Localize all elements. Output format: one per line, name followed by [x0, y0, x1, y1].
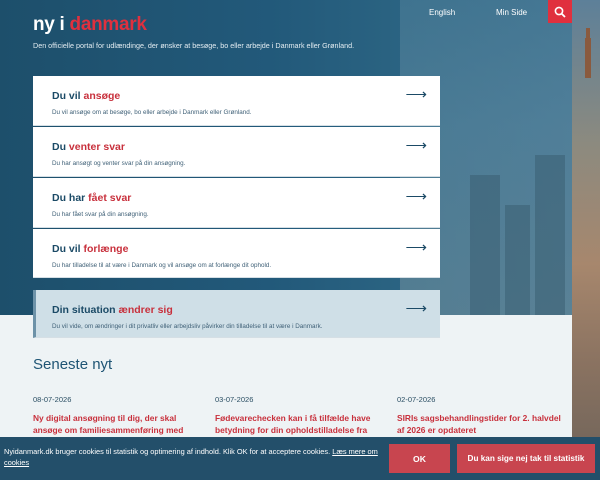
cookie-message: Nyidanmark.dk bruger cookies til statist… [4, 447, 333, 456]
news-title-link[interactable]: Fødevarechecken kan i få tilfælde have b… [215, 412, 375, 436]
search-icon [554, 6, 566, 18]
news-title-link[interactable]: SIRIs sagsbehandlingstider for 2. halvde… [397, 412, 567, 436]
news-date: 03-07-2026 [215, 395, 254, 404]
news-heading: Seneste nyt [33, 356, 113, 373]
cookie-decline-button[interactable]: Du kan sige nej tak til statistik [457, 444, 595, 473]
card-title-pre: Du har [52, 192, 89, 204]
search-button[interactable] [548, 0, 572, 23]
card-description: Du har tilladelse til at være i Danmark … [52, 262, 272, 269]
nav-english-link[interactable]: English [429, 8, 455, 17]
card-description: Du har fået svar på din ansøgning. [52, 211, 149, 218]
cookie-text: Nyidanmark.dk bruger cookies til statist… [4, 446, 379, 468]
card-title: Du vil forlænge [52, 243, 128, 255]
card-ansoege[interactable]: Du vil ansøge Du vil ansøge om at besøge… [33, 76, 440, 126]
nav-min-side-link[interactable]: Min Side [496, 8, 527, 17]
card-title-highlight: venter svar [68, 141, 125, 153]
arrow-right-icon: ⟶ [405, 239, 427, 256]
news-item[interactable]: 03-07-2026 Fødevarechecken kan i få tilf… [215, 395, 375, 436]
hero-building [470, 175, 500, 315]
news-item[interactable]: 08-07-2026 Ny digital ansøgning til dig,… [33, 395, 193, 436]
logo-text-ny: ny i [33, 14, 70, 35]
card-title-highlight: ansøge [83, 90, 121, 102]
card-situation-aendrer-sig[interactable]: Din situation ændrer sig Du vil vide, om… [33, 290, 440, 338]
cookie-ok-button[interactable]: OK [389, 444, 450, 473]
card-title-pre: Du [52, 141, 69, 153]
card-venter-svar[interactable]: Du venter svar Du har ansøgt og venter s… [33, 127, 440, 177]
cookie-banner: Nyidanmark.dk bruger cookies til statist… [0, 437, 600, 480]
site-tagline: Den officielle portal for udlændinge, de… [33, 41, 355, 50]
arrow-right-icon: ⟶ [405, 137, 427, 154]
site-logo[interactable]: ny i danmark [33, 14, 147, 36]
arrow-right-icon: ⟶ [405, 86, 427, 103]
card-title-highlight: ændrer sig [118, 304, 173, 316]
card-faaet-svar[interactable]: Du har fået svar Du har fået svar på din… [33, 178, 440, 228]
card-title-highlight: fået svar [88, 192, 132, 204]
card-title: Du venter svar [52, 141, 125, 153]
card-title-pre: Du vil [52, 243, 84, 255]
card-title-highlight: forlænge [83, 243, 129, 255]
card-title-pre: Din situation [52, 304, 119, 316]
card-description: Du vil ansøge om at besøge, bo eller arb… [52, 109, 252, 116]
card-description: Du har ansøgt og venter svar på din ansø… [52, 160, 186, 167]
news-date: 08-07-2026 [33, 395, 72, 404]
card-title: Din situation ændrer sig [52, 304, 173, 316]
news-date: 02-07-2026 [397, 395, 436, 404]
card-title-pre: Du vil [52, 90, 84, 102]
logo-text-danmark: danmark [69, 14, 147, 35]
card-title: Du vil ansøge [52, 90, 120, 102]
hero-building [505, 205, 530, 315]
arrow-right-icon: ⟶ [405, 300, 427, 317]
news-title-link[interactable]: Ny digital ansøgning til dig, der skal a… [33, 412, 193, 436]
card-forlaenge[interactable]: Du vil forlænge Du har tilladelse til at… [33, 229, 440, 278]
hero-building [535, 155, 565, 315]
card-title: Du har fået svar [52, 192, 131, 204]
news-item[interactable]: 02-07-2026 SIRIs sagsbehandlingstider fo… [397, 395, 567, 436]
tower-spire [585, 28, 591, 78]
card-description: Du vil vide, om ændringer i dit privatli… [52, 323, 323, 330]
arrow-right-icon: ⟶ [405, 188, 427, 205]
